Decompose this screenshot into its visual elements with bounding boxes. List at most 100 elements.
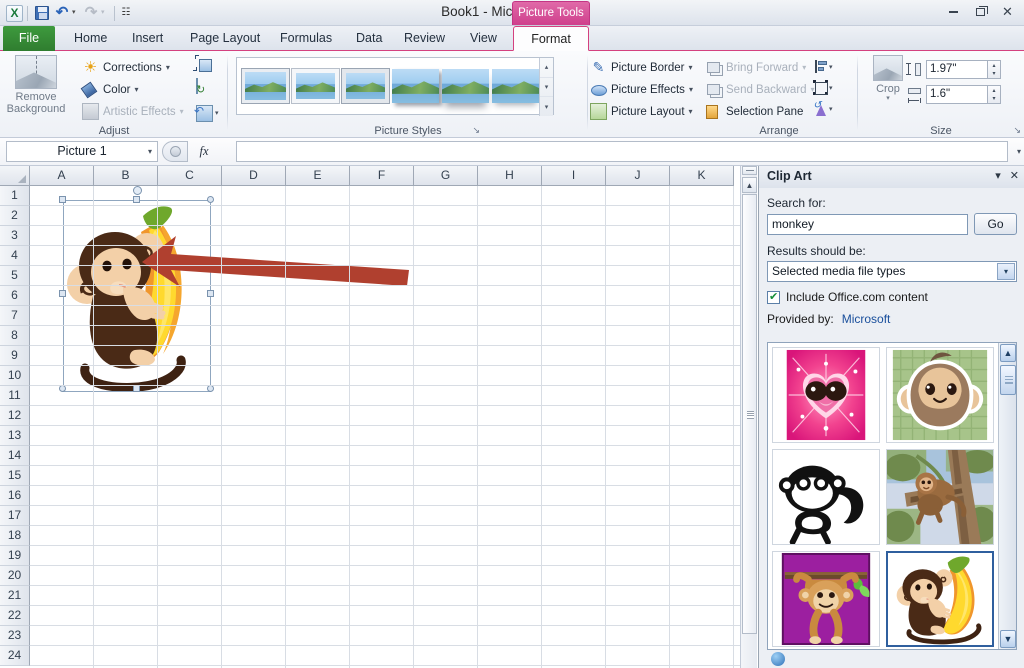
shape-width-control[interactable]: 1.6" ▴ ▾ [906, 85, 1001, 104]
color-button[interactable]: Color ▾ [82, 79, 139, 100]
row-header-23[interactable]: 23 [0, 626, 30, 646]
spin-up-icon[interactable]: ▴ [988, 61, 1000, 70]
crop-button[interactable]: Crop ▾ [864, 55, 912, 103]
go-button[interactable]: Go [974, 213, 1017, 235]
picture-effects-button[interactable]: Picture Effects ▾ [590, 79, 693, 100]
formula-input[interactable] [236, 141, 1008, 162]
row-header-1[interactable]: 1 [0, 186, 30, 206]
resize-handle-bottom-center[interactable] [133, 385, 140, 392]
scroll-thumb[interactable] [742, 194, 757, 634]
row-header-19[interactable]: 19 [0, 546, 30, 566]
tab-view[interactable]: View [458, 26, 509, 51]
minimize-button[interactable] [942, 3, 965, 20]
include-office-checkbox[interactable] [767, 290, 780, 304]
tab-data[interactable]: Data [344, 26, 394, 51]
gallery-more-icon[interactable]: ▾ [540, 96, 553, 116]
picture-style-3[interactable] [341, 68, 390, 104]
row-header-18[interactable]: 18 [0, 526, 30, 546]
row-header-2[interactable]: 2 [0, 206, 30, 226]
column-header-E[interactable]: E [286, 166, 350, 186]
corrections-button[interactable]: Corrections ▾ [82, 57, 170, 78]
insert-function-group[interactable] [162, 141, 188, 162]
column-header-A[interactable]: A [30, 166, 94, 186]
column-header-B[interactable]: B [94, 166, 158, 186]
reset-picture-button[interactable]: ▾ [194, 102, 219, 124]
restore-button[interactable] [969, 3, 992, 20]
row-header-4[interactable]: 4 [0, 246, 30, 266]
picture-styles-gallery[interactable]: ▴ ▾ ▾ [236, 57, 554, 116]
row-header-8[interactable]: 8 [0, 326, 30, 346]
clip-art-result-monkey-with-banana[interactable] [886, 551, 994, 647]
picture-style-6[interactable] [492, 69, 539, 103]
column-header-F[interactable]: F [350, 166, 414, 186]
include-office-content-row[interactable]: Include Office.com content [767, 290, 1017, 304]
name-box[interactable]: Picture 1 ▾ [6, 141, 158, 162]
close-button[interactable]: ✕ [996, 3, 1019, 20]
search-input[interactable]: monkey [767, 213, 968, 235]
resize-handle-top-right[interactable] [207, 196, 214, 203]
row-header-6[interactable]: 6 [0, 286, 30, 306]
change-picture-button[interactable] [194, 78, 216, 101]
gallery-scroll-down-icon[interactable]: ▾ [540, 76, 553, 97]
shape-width-input[interactable]: 1.6" [926, 85, 988, 104]
row-header-22[interactable]: 22 [0, 606, 30, 626]
clip-art-result-pink-heart-monkeys[interactable] [772, 347, 880, 443]
tab-file[interactable]: File [3, 26, 55, 51]
row-header-16[interactable]: 16 [0, 486, 30, 506]
row-header-15[interactable]: 15 [0, 466, 30, 486]
shape-height-spinner[interactable]: ▴ ▾ [988, 60, 1001, 79]
resize-handle-top-center[interactable] [133, 196, 140, 203]
row-header-21[interactable]: 21 [0, 586, 30, 606]
find-more-icon[interactable] [771, 652, 785, 666]
tab-format[interactable]: Format [513, 26, 589, 51]
shape-height-input[interactable]: 1.97" [926, 60, 988, 79]
spin-down-icon[interactable]: ▾ [988, 95, 1000, 104]
spin-down-icon[interactable]: ▾ [988, 70, 1000, 79]
resize-handle-middle-right[interactable] [207, 290, 214, 297]
selection-pane-button[interactable]: Selection Pane [705, 101, 803, 122]
pane-close-icon[interactable]: ✕ [1010, 169, 1019, 182]
row-header-20[interactable]: 20 [0, 566, 30, 586]
picture-styles-dialog-launcher[interactable]: ↘ [472, 125, 480, 136]
row-header-11[interactable]: 11 [0, 386, 30, 406]
size-dialog-launcher[interactable]: ↘ [1013, 125, 1021, 136]
tab-home[interactable]: Home [62, 26, 119, 51]
picture-style-2[interactable] [291, 68, 340, 104]
gallery-scroll[interactable]: ▴ ▾ ▾ [539, 58, 553, 116]
column-header-J[interactable]: J [606, 166, 670, 186]
column-header-I[interactable]: I [542, 166, 606, 186]
tab-formulas[interactable]: Formulas [268, 26, 344, 51]
row-header-10[interactable]: 10 [0, 366, 30, 386]
pane-menu-icon[interactable]: ▾ [995, 169, 1001, 182]
compress-pictures-button[interactable] [193, 55, 216, 78]
rotate-button[interactable]: ↺ ▾ [812, 98, 833, 119]
resize-handle-bottom-right[interactable] [207, 385, 214, 392]
provided-by-link[interactable]: Microsoft [842, 312, 891, 326]
fx-icon[interactable]: fx [188, 144, 220, 159]
clip-art-result-brown-monkey-face[interactable] [886, 347, 994, 443]
clip-art-result-black-line-monkey[interactable] [772, 449, 880, 545]
picture-border-button[interactable]: Picture Border ▾ [590, 57, 693, 78]
resize-handle-top-left[interactable] [59, 196, 66, 203]
column-header-H[interactable]: H [478, 166, 542, 186]
picture-style-5[interactable] [442, 69, 489, 103]
chevron-down-icon[interactable]: ▾ [997, 263, 1015, 280]
tab-review[interactable]: Review [392, 26, 457, 51]
row-header-3[interactable]: 3 [0, 226, 30, 246]
group-button[interactable]: ▾ [812, 77, 833, 98]
remove-background-button[interactable]: Remove Background [4, 55, 68, 115]
tab-insert[interactable]: Insert [120, 26, 175, 51]
scroll-up-button[interactable]: ▲ [742, 177, 757, 193]
picture-1-object[interactable] [59, 186, 214, 392]
clip-art-result-monkey-in-tree[interactable] [886, 449, 994, 545]
column-header-G[interactable]: G [414, 166, 478, 186]
results-scrollbar[interactable]: ▲ ▼ [998, 343, 1016, 649]
shape-width-spinner[interactable]: ▴ ▾ [988, 85, 1001, 104]
cell-grid[interactable] [30, 186, 757, 668]
column-header-K[interactable]: K [670, 166, 734, 186]
picture-layout-button[interactable]: Picture Layout ▾ [590, 101, 693, 122]
column-header-C[interactable]: C [158, 166, 222, 186]
results-scroll-down-icon[interactable]: ▼ [1000, 630, 1016, 648]
picture-style-4[interactable] [392, 69, 439, 103]
row-header-13[interactable]: 13 [0, 426, 30, 446]
